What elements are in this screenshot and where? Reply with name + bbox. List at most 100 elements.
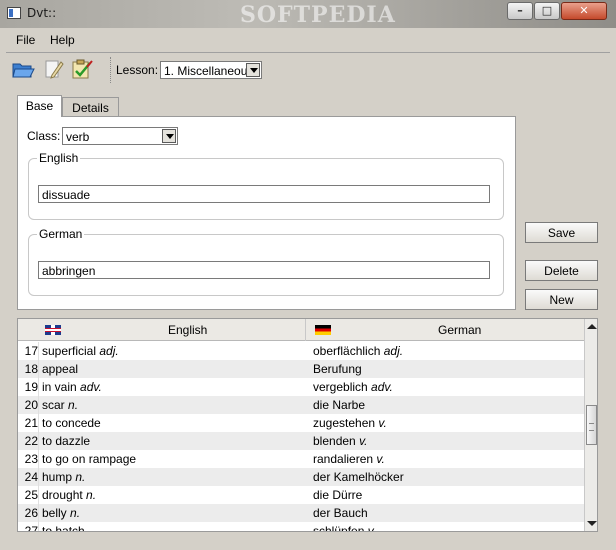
row-number-divider (38, 504, 39, 522)
english-part-of-speech: adv. (80, 380, 102, 394)
delete-button[interactable]: Delete (525, 260, 598, 281)
check-list-icon[interactable] (70, 58, 94, 80)
header-divider (305, 319, 306, 341)
german-word: Berufung (313, 362, 362, 376)
table-row[interactable]: 27 to hatch schlüpfen v. (18, 522, 584, 532)
scroll-up-icon[interactable] (587, 324, 597, 329)
column-header-english[interactable]: English (168, 323, 207, 337)
row-number: 20 (24, 398, 38, 412)
toolbar-separator (110, 57, 112, 83)
row-number-divider (38, 396, 39, 414)
close-icon: ✕ (579, 4, 589, 17)
menu-help[interactable]: Help (50, 33, 75, 47)
scroll-down-icon[interactable] (587, 521, 597, 526)
german-cell: schlüpfen v. (313, 524, 377, 532)
german-part-of-speech: adj. (383, 344, 404, 358)
german-part-of-speech: v. (359, 434, 368, 448)
vocabulary-table[interactable]: English German 17 superficial adj. oberflä… (17, 318, 598, 532)
tab-base[interactable]: Base (17, 95, 62, 117)
german-word: zugestehen (313, 416, 376, 430)
german-cell: die Narbe (313, 398, 365, 412)
app-window-icon (7, 7, 21, 19)
english-cell: scar n. (42, 398, 78, 412)
german-part-of-speech: v. (378, 416, 387, 430)
row-number-divider (38, 432, 39, 450)
german-cell: zugestehen v. (313, 416, 387, 430)
save-button[interactable]: Save (525, 222, 598, 243)
new-button[interactable]: New (525, 289, 598, 310)
table-row[interactable]: 17 superficial adj. oberflächlich adj. (18, 342, 584, 360)
class-select[interactable]: verb (62, 127, 178, 145)
table-row[interactable]: 25 drought n. die Dürre (18, 486, 584, 504)
chevron-down-icon[interactable] (246, 63, 260, 77)
uk-flag-icon (45, 325, 61, 335)
german-word: oberflächlich (313, 344, 381, 358)
table-row[interactable]: 22 to dazzle blenden v. (18, 432, 584, 450)
menu-file[interactable]: File (16, 33, 35, 47)
german-part-of-speech: adv. (371, 380, 393, 394)
table-row[interactable]: 18 appeal Berufung (18, 360, 584, 378)
row-number: 25 (24, 488, 38, 502)
english-word: superficial (42, 344, 97, 358)
scrollbar-thumb[interactable] (586, 405, 597, 445)
open-folder-icon[interactable] (11, 58, 35, 80)
edit-pencil-icon[interactable] (42, 58, 66, 80)
english-word: to dazzle (42, 434, 91, 448)
class-select-value: verb (66, 130, 90, 144)
german-part-of-speech: v. (367, 524, 377, 532)
minimize-button[interactable]: – (507, 2, 533, 20)
row-number: 21 (24, 416, 38, 430)
row-number-divider (38, 414, 39, 432)
english-cell: in vain adv. (42, 380, 102, 394)
german-cell: blenden v. (313, 434, 368, 448)
table-row[interactable]: 21 to concede zugestehen v. (18, 414, 584, 432)
window-title: Dvt:: (27, 6, 57, 20)
row-number-divider (38, 486, 39, 504)
row-number: 19 (24, 380, 38, 394)
lesson-select[interactable]: 1. Miscellaneous (160, 61, 262, 79)
english-word: to go on rampage (42, 452, 137, 466)
column-header-german[interactable]: German (438, 323, 481, 337)
table-body: 17 superficial adj. oberflächlich adj. 18 ap… (18, 342, 584, 532)
row-number: 17 (24, 344, 38, 358)
close-button[interactable]: ✕ (561, 2, 607, 20)
english-part-of-speech: n. (68, 398, 79, 412)
table-scrollbar[interactable] (584, 319, 597, 531)
row-number-divider (38, 522, 39, 531)
german-word: blenden (313, 434, 356, 448)
table-row[interactable]: 19 in vain adv. vergeblich adv. (18, 378, 584, 396)
english-word: drought (42, 488, 83, 502)
row-number-divider (38, 468, 39, 486)
row-number: 27 (24, 524, 38, 532)
row-number: 18 (24, 362, 38, 376)
maximize-button[interactable]: □ (534, 2, 560, 20)
german-flag-icon (315, 325, 331, 335)
lesson-label: Lesson: (116, 63, 159, 77)
german-cell: Berufung (313, 362, 362, 376)
german-cell: vergeblich adv. (313, 380, 393, 394)
maximize-icon: □ (541, 4, 553, 17)
german-field[interactable]: abbringen (38, 261, 490, 279)
chevron-down-icon[interactable] (162, 129, 176, 143)
english-word: hump (42, 470, 73, 484)
minimize-icon: – (517, 4, 523, 17)
table-row[interactable]: 24 hump n. der Kamelhöcker (18, 468, 584, 486)
table-row[interactable]: 26 belly n. der Bauch (18, 504, 584, 522)
row-number-divider (38, 342, 39, 360)
english-field[interactable]: dissuade (38, 185, 490, 203)
table-row[interactable]: 23 to go on rampage randalieren v. (18, 450, 584, 468)
english-part-of-speech: adj. (99, 344, 119, 358)
table-row[interactable]: 20 scar n. die Narbe (18, 396, 584, 414)
english-cell: to concede (42, 416, 101, 430)
table-header: English German (18, 319, 584, 341)
row-number: 24 (24, 470, 38, 484)
english-cell: drought n. (42, 488, 96, 502)
menu-bar: File Help (6, 29, 610, 51)
german-cell: die Dürre (313, 488, 362, 502)
tab-details[interactable]: Details (62, 97, 119, 118)
english-cell: to go on rampage (42, 452, 136, 466)
english-group-title: English (37, 151, 81, 165)
toolbar: Lesson: 1. Miscellaneous (6, 52, 610, 86)
german-field-value: abbringen (42, 264, 96, 278)
german-word: die Dürre (313, 488, 363, 502)
